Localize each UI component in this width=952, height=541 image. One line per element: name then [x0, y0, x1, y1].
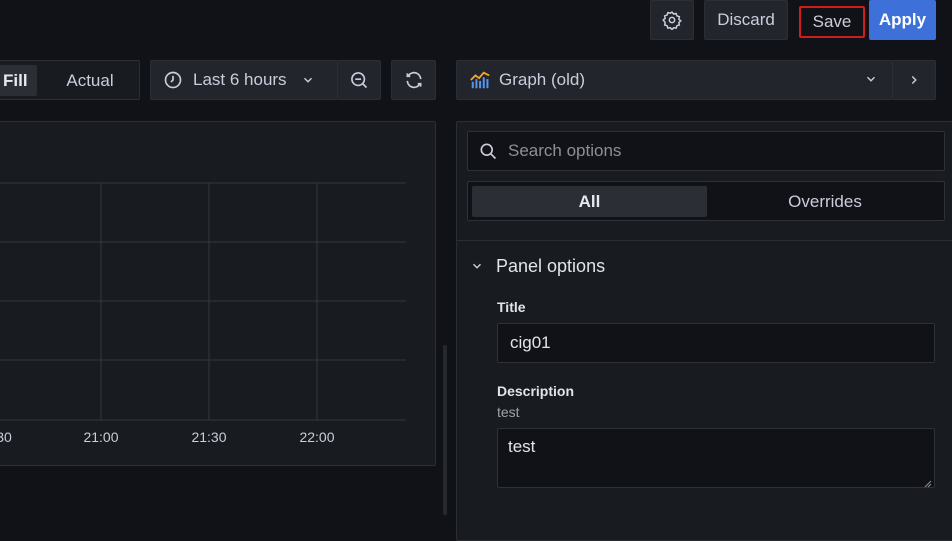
- refresh-button[interactable]: [391, 60, 436, 100]
- graph-icon: [469, 69, 491, 91]
- search-icon: [478, 141, 498, 161]
- search-options-input[interactable]: [506, 140, 910, 162]
- panel-settings-button[interactable]: [650, 0, 694, 40]
- view-mode-actual[interactable]: Actual: [47, 65, 133, 96]
- options-tabs: All Overrides: [467, 181, 945, 221]
- view-mode-toggle: Fill Actual: [0, 60, 140, 100]
- title-label: Title: [497, 299, 526, 315]
- chevron-right-icon: [907, 73, 921, 87]
- zoom-out-icon: [349, 70, 369, 90]
- title-input[interactable]: [497, 323, 935, 363]
- search-options-box[interactable]: [467, 131, 945, 171]
- discard-button[interactable]: Discard: [704, 0, 788, 40]
- section-title: Panel options: [496, 255, 606, 276]
- chevron-down-icon: [301, 73, 315, 87]
- textarea-resize-grip-icon[interactable]: [922, 475, 932, 491]
- tab-overrides[interactable]: Overrides: [708, 186, 942, 217]
- toggle-options-pane-button[interactable]: [892, 60, 936, 100]
- gear-icon: [662, 10, 682, 30]
- x-tick-label: 30: [0, 429, 12, 445]
- description-textarea[interactable]: test: [497, 428, 935, 488]
- chevron-down-icon: [864, 72, 878, 86]
- refresh-icon: [404, 70, 424, 90]
- graph-grid: 30 21:00 21:30 22:00: [0, 182, 406, 445]
- x-tick-label: 22:00: [299, 429, 334, 445]
- pane-resize-handle[interactable]: [443, 345, 447, 515]
- x-tick-label: 21:00: [83, 429, 118, 445]
- visualization-picker[interactable]: Graph (old): [456, 60, 893, 100]
- description-label: Description: [497, 383, 575, 399]
- view-mode-fill[interactable]: Fill: [0, 65, 37, 96]
- clock-icon: [163, 70, 183, 90]
- save-button[interactable]: Save: [799, 6, 865, 38]
- chevron-down-icon: [470, 259, 484, 273]
- panel-options-section-header[interactable]: Panel options: [470, 253, 605, 279]
- description-hint: test: [497, 404, 520, 420]
- x-tick-label: 21:30: [191, 429, 226, 445]
- apply-button[interactable]: Apply: [869, 0, 936, 40]
- time-range-picker[interactable]: Last 6 hours: [150, 60, 338, 100]
- zoom-out-button[interactable]: [337, 60, 381, 100]
- graph-panel[interactable]: 30 21:00 21:30 22:00: [0, 121, 436, 466]
- tab-all[interactable]: All: [472, 186, 707, 217]
- divider: [457, 240, 952, 241]
- time-range-label: Last 6 hours: [193, 70, 287, 89]
- visualization-label: Graph (old): [499, 70, 585, 89]
